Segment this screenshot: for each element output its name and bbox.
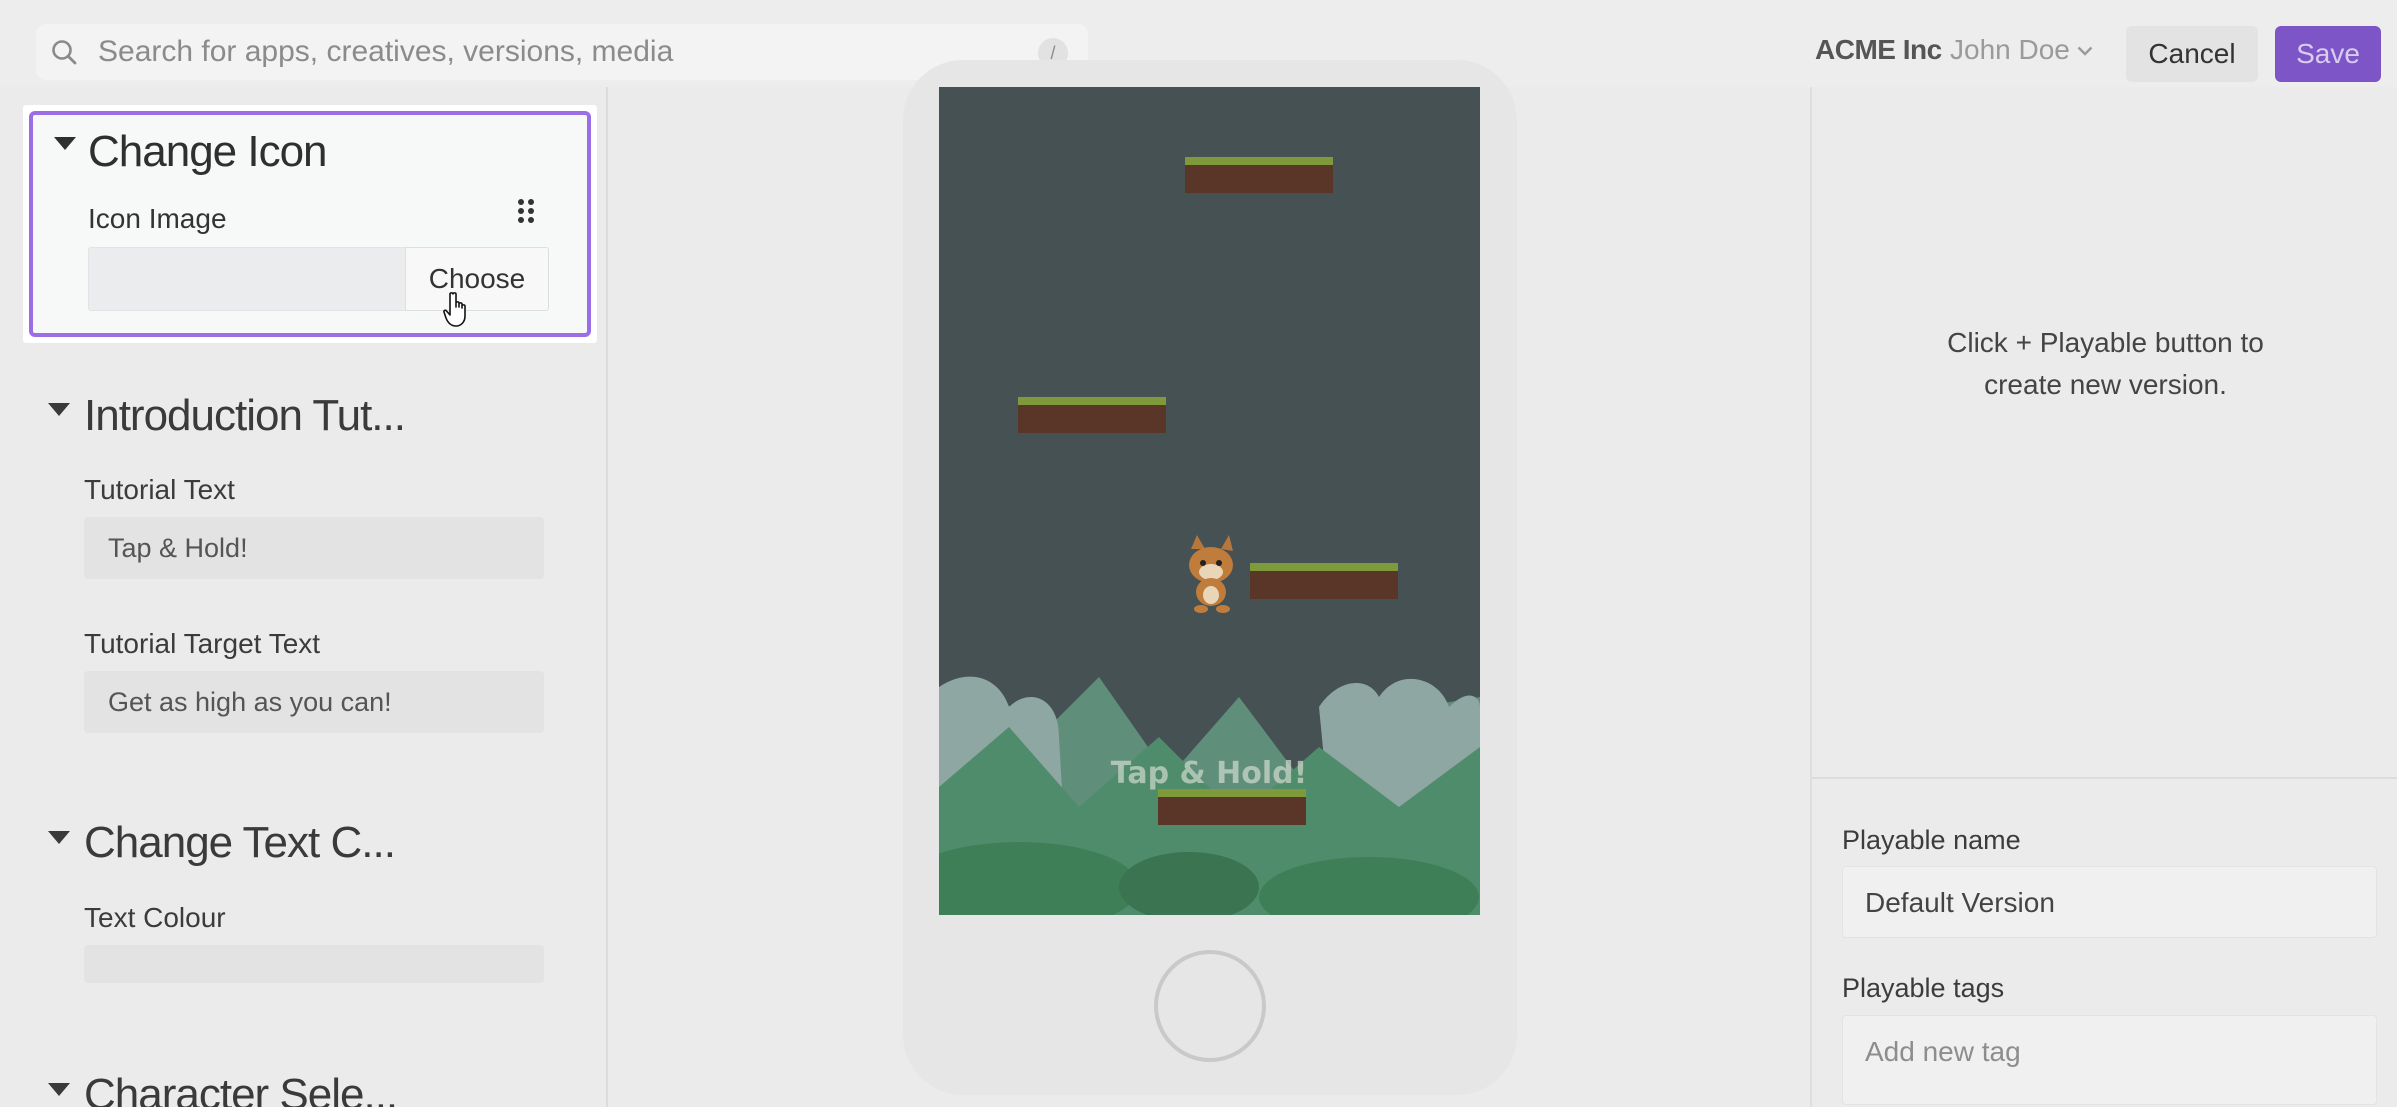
save-button[interactable]: Save <box>2275 26 2381 82</box>
collapse-caret-icon[interactable] <box>48 403 70 416</box>
platform <box>1185 157 1333 193</box>
playable-name-label: Playable name <box>1842 825 2021 855</box>
org-name[interactable]: ACME Inc <box>1815 34 1942 66</box>
collapse-caret-icon[interactable] <box>48 831 70 844</box>
tutorial-target-text-field[interactable]: Get as high as you can! <box>84 671 544 733</box>
empty-message-line-2: create new version. <box>1984 369 2227 400</box>
tutorial-text-label: Tutorial Text <box>84 474 235 505</box>
drag-handle-icon[interactable] <box>517 198 535 224</box>
text-colour-label: Text Colour <box>84 902 226 933</box>
icon-image-label: Icon Image <box>88 203 227 234</box>
search-icon <box>52 40 77 65</box>
section-title-intro-tutorial[interactable]: Introduction Tut... <box>84 391 406 441</box>
empty-message-line-1: Click + Playable button to <box>1947 327 2264 358</box>
platform <box>1250 563 1398 599</box>
game-scene: Tap & Hold! <box>939 87 1480 915</box>
tutorial-overlay-text: Tap & Hold! <box>1111 756 1308 791</box>
search-input[interactable] <box>98 30 998 74</box>
chevron-down-icon[interactable] <box>2077 46 2093 56</box>
tutorial-target-text-label: Tutorial Target Text <box>84 628 321 659</box>
choose-button[interactable]: Choose <box>405 247 549 311</box>
collapse-caret-icon[interactable] <box>48 1083 70 1096</box>
platform <box>1158 789 1306 825</box>
playable-name-input[interactable]: Default Version <box>1842 866 2377 938</box>
versions-panel: Click + Playable button to create new ve… <box>1810 87 2397 1107</box>
section-title-character-select[interactable]: Character Sele... <box>84 1070 398 1107</box>
playable-tags-input[interactable]: Add new tag <box>1842 1015 2377 1105</box>
collapse-caret-icon[interactable] <box>54 137 76 150</box>
platform <box>1018 397 1166 433</box>
icon-image-input[interactable] <box>88 247 406 311</box>
change-icon-card: Change Icon Icon Image Choose <box>23 105 597 343</box>
playable-tags-label: Playable tags <box>1842 973 2005 1003</box>
tutorial-text-field[interactable]: Tap & Hold! <box>84 517 544 579</box>
hand-cursor-icon <box>443 292 466 327</box>
panel-divider <box>1812 777 2397 779</box>
cancel-button[interactable]: Cancel <box>2126 26 2258 82</box>
user-menu[interactable]: John Doe <box>1950 34 2070 66</box>
change-icon-highlight: Change Icon Icon Image Choose <box>29 111 591 337</box>
empty-versions-message: Click + Playable button to create new ve… <box>1812 322 2397 406</box>
game-preview-screen[interactable]: Tap & Hold! <box>939 87 1480 915</box>
section-title-change-icon[interactable]: Change Icon <box>88 127 328 177</box>
phone-home-button <box>1154 950 1266 1062</box>
text-colour-field[interactable] <box>84 945 544 983</box>
section-title-change-text-colour[interactable]: Change Text C... <box>84 818 396 868</box>
